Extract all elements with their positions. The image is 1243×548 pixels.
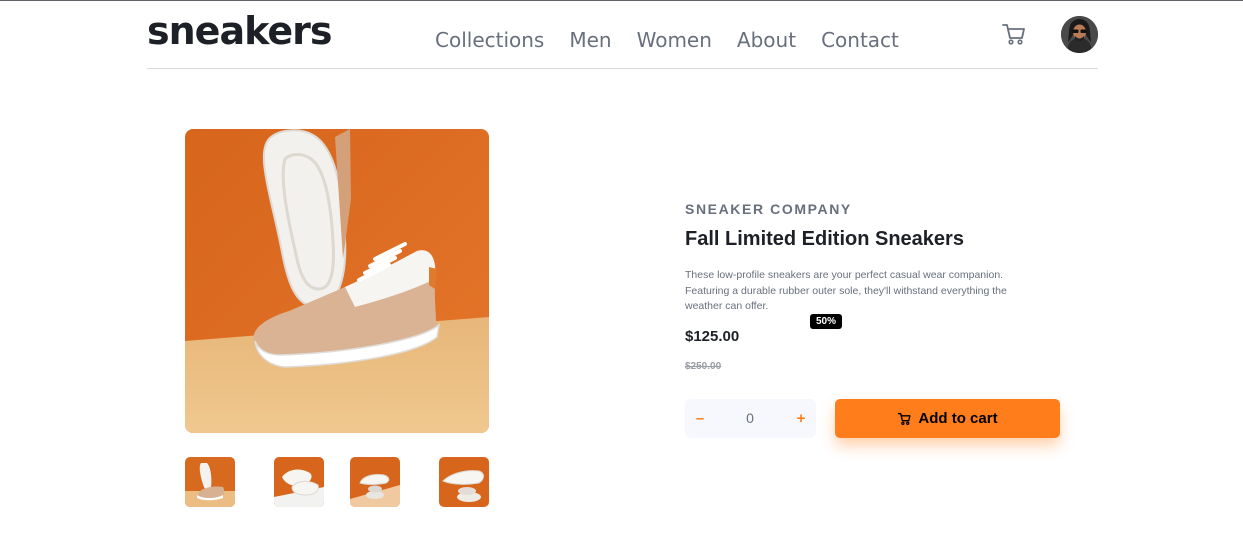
site-header: sneakers Collections Men Women About Con… (147, 1, 1098, 69)
product-main-image[interactable] (185, 129, 489, 433)
brand-logo[interactable]: sneakers (147, 9, 332, 53)
company-name: SNEAKER COMPANY (685, 201, 852, 217)
nav-men[interactable]: Men (569, 28, 611, 52)
quantity-stepper: – 0 + (685, 399, 816, 438)
nav-collections[interactable]: Collections (435, 28, 544, 52)
add-to-cart-button[interactable]: Add to cart (835, 399, 1060, 438)
product-description: These low-profile sneakers are your perf… (685, 269, 1007, 312)
discount-badge: 50% (810, 314, 842, 329)
quantity-value: 0 (746, 410, 754, 426)
user-avatar[interactable] (1061, 16, 1098, 53)
nav-women[interactable]: Women (637, 28, 712, 52)
cart-icon (897, 411, 912, 426)
cart-icon[interactable] (1000, 20, 1028, 48)
product-title: Fall Limited Edition Sneakers (685, 228, 964, 250)
main-nav: Collections Men Women About Contact (435, 28, 924, 52)
increase-quantity-button[interactable]: + (786, 399, 816, 438)
product-thumbnail-2[interactable] (274, 457, 324, 507)
product-thumbnail-3[interactable] (350, 457, 400, 507)
original-price: $250.00 (685, 361, 722, 372)
current-price: $125.00 (685, 328, 740, 345)
add-to-cart-label: Add to cart (918, 410, 998, 427)
nav-about[interactable]: About (737, 28, 796, 52)
decrease-quantity-button[interactable]: – (685, 399, 715, 438)
product-thumbnail-1[interactable] (185, 457, 235, 507)
product-thumbnail-4[interactable] (439, 457, 489, 507)
nav-contact[interactable]: Contact (821, 28, 899, 52)
